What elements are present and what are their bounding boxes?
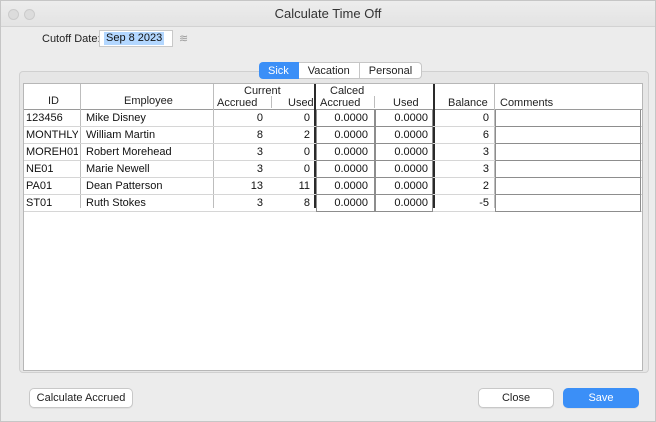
header-current-used: Used: [288, 97, 314, 109]
cell-balance: 3: [482, 163, 489, 175]
header-calced: Calced: [330, 85, 365, 97]
table-row[interactable]: ST01 Ruth Stokes 3 8 0.0000 0.0000 -5: [24, 195, 642, 212]
cell-id: MONTHLY-M: [26, 129, 78, 141]
cell-used: 0: [303, 146, 310, 158]
cell-calced-used[interactable]: 0.0000: [375, 161, 433, 178]
cell-id: PA01: [26, 180, 53, 192]
cell-id: NE01: [26, 163, 54, 175]
cell-comments[interactable]: [495, 144, 641, 161]
cutoff-date-label: Cutoff Date:: [42, 33, 101, 45]
cell-id: ST01: [26, 197, 53, 209]
header-current-accrued: Accrued: [217, 97, 258, 109]
cell-accrued: 3: [256, 163, 263, 175]
cell-balance: 6: [482, 129, 489, 141]
header-comments: Comments: [500, 97, 554, 109]
save-button[interactable]: Save: [563, 388, 639, 408]
cell-accrued: 3: [256, 197, 263, 209]
header-current: Current: [244, 85, 281, 97]
cell-accrued: 3: [256, 146, 263, 158]
cell-used: 2: [303, 129, 310, 141]
calculate-accrued-button[interactable]: Calculate Accrued: [29, 388, 133, 408]
cell-balance: 3: [482, 146, 489, 158]
cell-calced-used[interactable]: 0.0000: [375, 110, 433, 127]
cell-employee: William Martin: [86, 129, 156, 141]
cell-calced-used[interactable]: 0.0000: [375, 144, 433, 161]
calculate-time-off-window: Calculate Time Off Cutoff Date: Sep 8 20…: [0, 0, 656, 422]
window-title: Calculate Time Off: [274, 6, 382, 21]
date-picker-icon[interactable]: ≋: [179, 32, 188, 45]
cell-calced-used[interactable]: 0.0000: [375, 178, 433, 195]
cell-employee: Mike Disney: [86, 112, 146, 124]
title-bar: Calculate Time Off: [1, 1, 655, 27]
cutoff-date-field[interactable]: Sep 8 2023: [99, 30, 173, 47]
tab-personal[interactable]: Personal: [359, 62, 423, 79]
cell-calced-accrued[interactable]: 0.0000: [316, 195, 375, 212]
cell-balance: 0: [482, 112, 489, 124]
header-calced-used: Used: [393, 97, 419, 109]
cell-comments[interactable]: [495, 195, 641, 212]
cell-comments[interactable]: [495, 178, 641, 195]
table-row[interactable]: MONTHLY-M William Martin 8 2 0.0000 0.00…: [24, 127, 642, 144]
cell-calced-accrued[interactable]: 0.0000: [316, 144, 375, 161]
cell-calced-accrued[interactable]: 0.0000: [316, 127, 375, 144]
header-calced-accrued: Accrued: [320, 97, 361, 109]
cell-accrued: 8: [256, 129, 263, 141]
tab-vacation[interactable]: Vacation: [298, 62, 360, 79]
cell-calced-used[interactable]: 0.0000: [375, 195, 433, 212]
time-off-type-tabs: Sick Vacation Personal: [259, 62, 423, 79]
cell-id: 123456: [26, 112, 63, 124]
cutoff-date-value: Sep 8 2023: [104, 32, 165, 45]
cell-id: MOREH01: [26, 146, 78, 158]
column-divider: [271, 96, 272, 108]
header-balance: Balance: [448, 97, 488, 109]
table-header: ID Employee Current Accrued Used Calced …: [24, 84, 642, 110]
cell-calced-accrued[interactable]: 0.0000: [316, 178, 375, 195]
tab-sick[interactable]: Sick: [259, 62, 299, 79]
cell-balance: 2: [482, 180, 489, 192]
cell-accrued: 13: [250, 180, 263, 192]
cell-accrued: 0: [256, 112, 263, 124]
table-row[interactable]: 123456 Mike Disney 0 0 0.0000 0.0000 0: [24, 110, 642, 127]
cell-employee: Marie Newell: [86, 163, 150, 175]
cell-used: 11: [298, 180, 310, 192]
cell-comments[interactable]: [495, 127, 641, 144]
header-id: ID: [48, 95, 59, 107]
cell-employee: Robert Morehead: [86, 146, 172, 158]
close-button[interactable]: Close: [478, 388, 554, 408]
cell-used: 0: [303, 112, 310, 124]
cell-employee: Ruth Stokes: [86, 197, 146, 209]
cell-calced-accrued[interactable]: 0.0000: [316, 161, 375, 178]
cell-comments[interactable]: [495, 161, 641, 178]
header-employee: Employee: [124, 95, 173, 107]
table-scrollbar[interactable]: [642, 84, 643, 371]
table-row[interactable]: PA01 Dean Patterson 13 11 0.0000 0.0000 …: [24, 178, 642, 195]
table-row[interactable]: NE01 Marie Newell 3 0 0.0000 0.0000 3: [24, 161, 642, 178]
cell-used: 8: [303, 197, 310, 209]
column-divider: [374, 96, 375, 108]
cell-comments[interactable]: [495, 110, 641, 127]
cell-employee: Dean Patterson: [86, 180, 163, 192]
table-row[interactable]: MOREH01 Robert Morehead 3 0 0.0000 0.000…: [24, 144, 642, 161]
cell-balance: -5: [479, 197, 489, 209]
time-off-table[interactable]: ID Employee Current Accrued Used Calced …: [23, 83, 643, 371]
cell-used: 0: [303, 163, 310, 175]
cell-calced-accrued[interactable]: 0.0000: [316, 110, 375, 127]
cell-calced-used[interactable]: 0.0000: [375, 127, 433, 144]
